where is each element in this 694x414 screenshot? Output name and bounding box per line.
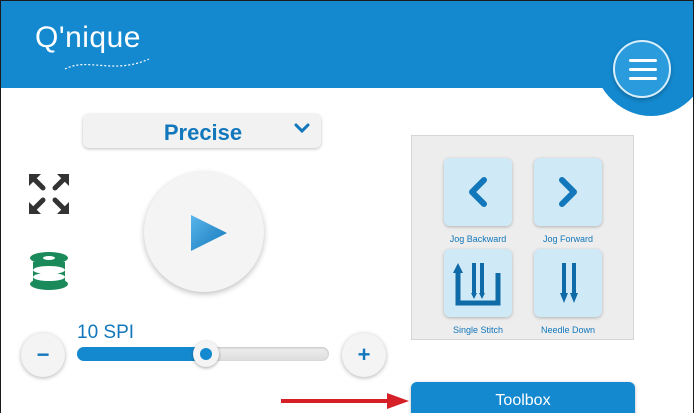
bobbin-spool-icon[interactable] xyxy=(27,250,73,292)
brand-logo: Q'nique xyxy=(35,21,141,54)
play-icon xyxy=(191,215,227,251)
needle-down-label: Needle Down xyxy=(540,325,596,335)
chevron-right-icon xyxy=(559,177,577,207)
chevron-left-icon xyxy=(469,177,487,207)
increase-spi-button[interactable]: + xyxy=(342,333,386,377)
spi-slider-fill xyxy=(77,347,206,361)
jog-forward-button[interactable] xyxy=(534,158,602,226)
decrease-spi-button[interactable]: − xyxy=(21,333,65,377)
hamburger-menu-icon xyxy=(629,59,657,62)
logo-swirl-icon xyxy=(64,58,150,70)
chevron-down-icon xyxy=(294,123,310,134)
stitches-per-inch-label: 10 SPI xyxy=(77,322,135,343)
toolbox-button[interactable]: Toolbox xyxy=(411,382,635,413)
app-frame: Q'nique Precise 10 SPI − + Jog Backward … xyxy=(0,0,694,413)
jog-forward-label: Jog Forward xyxy=(542,234,594,244)
single-stitch-button[interactable] xyxy=(444,249,512,317)
menu-button[interactable] xyxy=(613,40,671,98)
hamburger-line xyxy=(629,77,657,80)
annotation-arrow-icon xyxy=(281,393,409,409)
needle-down-icon xyxy=(560,263,578,303)
app-header: Q'nique xyxy=(1,1,693,116)
single-stitch-icon xyxy=(453,263,501,306)
stitch-mode-select[interactable]: Precise xyxy=(83,114,321,148)
needle-down-button[interactable] xyxy=(534,249,602,317)
jog-panel: Jog Backward Jog Forward Single Stitch N… xyxy=(411,135,634,340)
spi-slider-thumb[interactable] xyxy=(193,341,219,367)
expand-arrows-icon[interactable] xyxy=(27,172,71,216)
hamburger-line xyxy=(629,68,657,71)
play-button[interactable] xyxy=(144,172,264,292)
stitch-mode-value: Precise xyxy=(163,120,243,145)
jog-backward-button[interactable] xyxy=(444,158,512,226)
